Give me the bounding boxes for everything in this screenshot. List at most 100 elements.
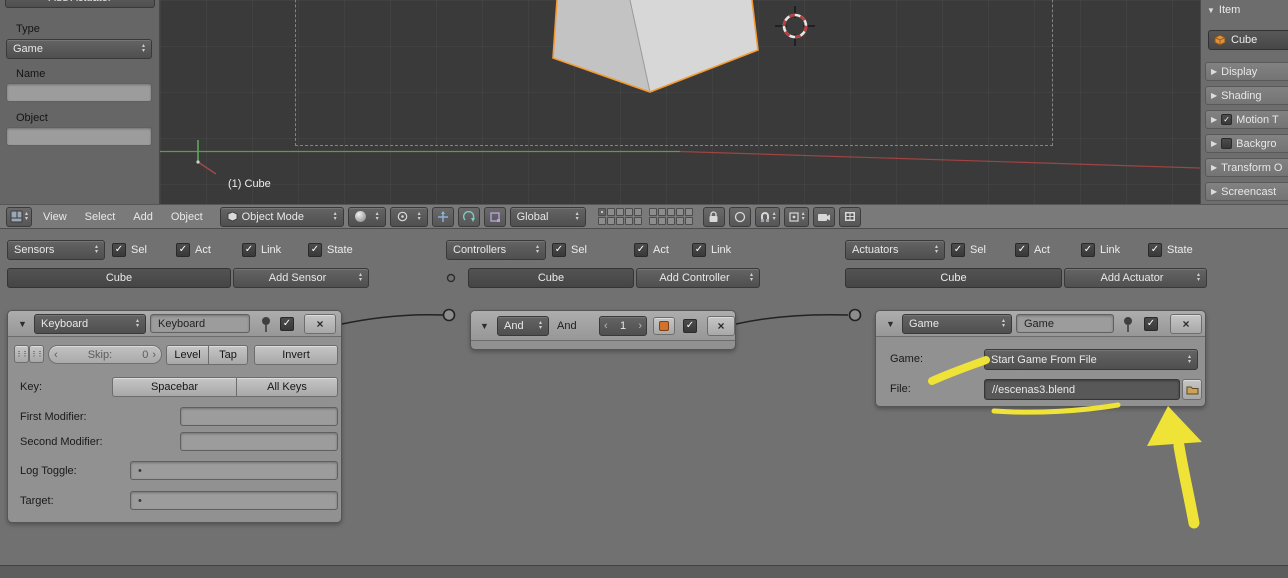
checkbox-checked-icon[interactable]: ✓ <box>242 243 256 257</box>
layer-cell[interactable] <box>685 208 693 216</box>
sensors-filter-act[interactable]: ✓ Act <box>176 242 211 258</box>
manipulator-rotate-button[interactable] <box>458 207 480 227</box>
pivot-dropdown[interactable]: ▴▾ <box>390 207 428 227</box>
all-keys-button[interactable]: All Keys <box>236 377 338 397</box>
layer-cell[interactable] <box>649 217 657 225</box>
layer-cell[interactable] <box>685 217 693 225</box>
manipulator-scale-button[interactable] <box>484 207 506 227</box>
slider-decrement-icon[interactable]: ‹ <box>54 349 58 361</box>
slider-increment-icon[interactable]: › <box>152 349 156 361</box>
layer-cell[interactable] <box>658 208 666 216</box>
checkbox-checked-icon[interactable]: ✓ <box>951 243 965 257</box>
layer-cell[interactable] <box>625 217 633 225</box>
checkbox-checked-icon[interactable]: ✓ <box>308 243 322 257</box>
lock-scene-button[interactable] <box>703 207 725 227</box>
controllers-dropdown[interactable]: Controllers ▴▾ <box>446 240 546 260</box>
actuator-enable-checkbox[interactable]: ✓ <box>1144 317 1158 331</box>
snap-element-button[interactable]: ▴▾ <box>784 207 809 227</box>
menu-view[interactable]: View <box>36 211 74 223</box>
collapse-triangle-icon[interactable]: ▼ <box>18 319 27 329</box>
actuator-type-dropdown[interactable]: Game ▴▾ <box>902 314 1012 334</box>
layer-cell[interactable] <box>625 208 633 216</box>
layer-cell[interactable] <box>676 217 684 225</box>
second-modifier-field[interactable] <box>180 432 338 451</box>
checkbox-checked-icon[interactable]: ✓ <box>1148 243 1162 257</box>
item-section-header[interactable]: ▼ Item <box>1207 4 1240 16</box>
actuators-dropdown[interactable]: Actuators ▴▾ <box>845 240 945 260</box>
state-mark-button[interactable] <box>653 317 675 335</box>
target-field[interactable]: • <box>130 491 338 510</box>
render-opengl-button[interactable] <box>813 207 835 227</box>
viewport-3d[interactable]: (1) Cube <box>160 0 1200 204</box>
pulse-negative-button[interactable]: ⋮⋮ <box>29 345 44 363</box>
add-controller-button[interactable]: Add Controller ▴▾ <box>636 268 760 288</box>
collapse-triangle-icon[interactable]: ▼ <box>886 319 895 329</box>
controller-state-stepper[interactable]: ‹ 1 › <box>599 316 647 336</box>
proportional-edit-button[interactable] <box>729 207 751 227</box>
section-transform-orientations[interactable]: ▶ Transform O <box>1205 158 1288 177</box>
editor-type-button[interactable]: ▴▾ <box>6 207 32 227</box>
checkbox-checked-icon[interactable]: ✓ <box>552 243 566 257</box>
menu-select[interactable]: Select <box>78 211 123 223</box>
sensors-filter-sel[interactable]: ✓ Sel <box>112 242 147 258</box>
menu-object[interactable]: Object <box>164 211 210 223</box>
game-mode-dropdown[interactable]: Start Game From File ▴▾ <box>984 349 1198 370</box>
layer-cell[interactable] <box>658 217 666 225</box>
controller-delete-button[interactable]: × <box>707 316 735 336</box>
object-name-field[interactable]: Cube <box>1208 30 1288 50</box>
shading-dropdown[interactable]: ▴▾ <box>348 207 386 227</box>
object-field[interactable] <box>6 127 152 146</box>
controller-name-value[interactable]: And <box>557 320 577 332</box>
section-screencast[interactable]: ▶ Screencast <box>1205 182 1288 201</box>
actuators-filter-state[interactable]: ✓ State <box>1148 242 1193 258</box>
stepper-decrement-icon[interactable]: ‹ <box>604 320 608 332</box>
checkbox-unchecked-icon[interactable] <box>1221 138 1232 149</box>
section-display[interactable]: ▶ Display <box>1205 62 1288 81</box>
actuator-delete-button[interactable]: × <box>1170 314 1202 334</box>
layer-cell[interactable] <box>616 217 624 225</box>
pulse-positive-button[interactable]: ⋮⋮ <box>14 345 29 363</box>
add-actuator-button-logic[interactable]: Add Actuator ▴▾ <box>1064 268 1207 288</box>
sensor-name-field[interactable]: Keyboard <box>150 314 250 333</box>
layer-cell[interactable] <box>667 217 675 225</box>
first-modifier-field[interactable] <box>180 407 338 426</box>
tap-button[interactable]: Tap <box>208 345 248 365</box>
layer-cell[interactable] <box>607 208 615 216</box>
sensor-delete-button[interactable]: × <box>304 314 336 334</box>
file-browse-button[interactable] <box>1182 379 1202 400</box>
collapse-triangle-icon[interactable]: ▼ <box>480 321 489 331</box>
actuator-name-field[interactable]: Game <box>1016 314 1114 333</box>
layer-cell[interactable] <box>634 217 642 225</box>
log-toggle-field[interactable]: • <box>130 461 338 480</box>
actuators-filter-link[interactable]: ✓ Link <box>1081 242 1120 258</box>
orientation-dropdown[interactable]: Global ▴▾ <box>510 207 586 227</box>
manipulator-translate-button[interactable] <box>432 207 454 227</box>
layers-grid-1[interactable] <box>598 208 642 225</box>
sensor-type-dropdown[interactable]: Keyboard ▴▾ <box>34 314 146 334</box>
mode-dropdown[interactable]: Object Mode ▴▾ <box>220 207 344 227</box>
controllers-filter-act[interactable]: ✓ Act <box>634 242 669 258</box>
type-dropdown[interactable]: Game ▴▾ <box>6 39 152 59</box>
invert-button[interactable]: Invert <box>254 345 338 365</box>
add-sensor-button[interactable]: Add Sensor ▴▾ <box>233 268 369 288</box>
checkbox-checked-icon[interactable]: ✓ <box>1081 243 1095 257</box>
checkbox-checked-icon[interactable]: ✓ <box>1221 114 1232 125</box>
actuators-filter-sel[interactable]: ✓ Sel <box>951 242 986 258</box>
sensors-filter-state[interactable]: ✓ State <box>308 242 353 258</box>
sensors-filter-link[interactable]: ✓ Link <box>242 242 281 258</box>
stepper-increment-icon[interactable]: › <box>638 320 642 332</box>
layer-cell[interactable] <box>598 208 606 216</box>
sensor-enable-checkbox[interactable]: ✓ <box>280 317 294 331</box>
controllers-filter-link[interactable]: ✓ Link <box>692 242 731 258</box>
layer-cell[interactable] <box>649 208 657 216</box>
render-animation-button[interactable] <box>839 207 861 227</box>
layer-cell[interactable] <box>667 208 675 216</box>
controllers-filter-sel[interactable]: ✓ Sel <box>552 242 587 258</box>
file-path-field[interactable]: //escenas3.blend <box>984 379 1180 400</box>
layer-cell[interactable] <box>616 208 624 216</box>
sensors-dropdown[interactable]: Sensors ▴▾ <box>7 240 105 260</box>
checkbox-checked-icon[interactable]: ✓ <box>692 243 706 257</box>
layer-cell[interactable] <box>598 217 606 225</box>
checkbox-checked-icon[interactable]: ✓ <box>634 243 648 257</box>
snap-toggle-button[interactable]: ▴▾ <box>755 207 780 227</box>
